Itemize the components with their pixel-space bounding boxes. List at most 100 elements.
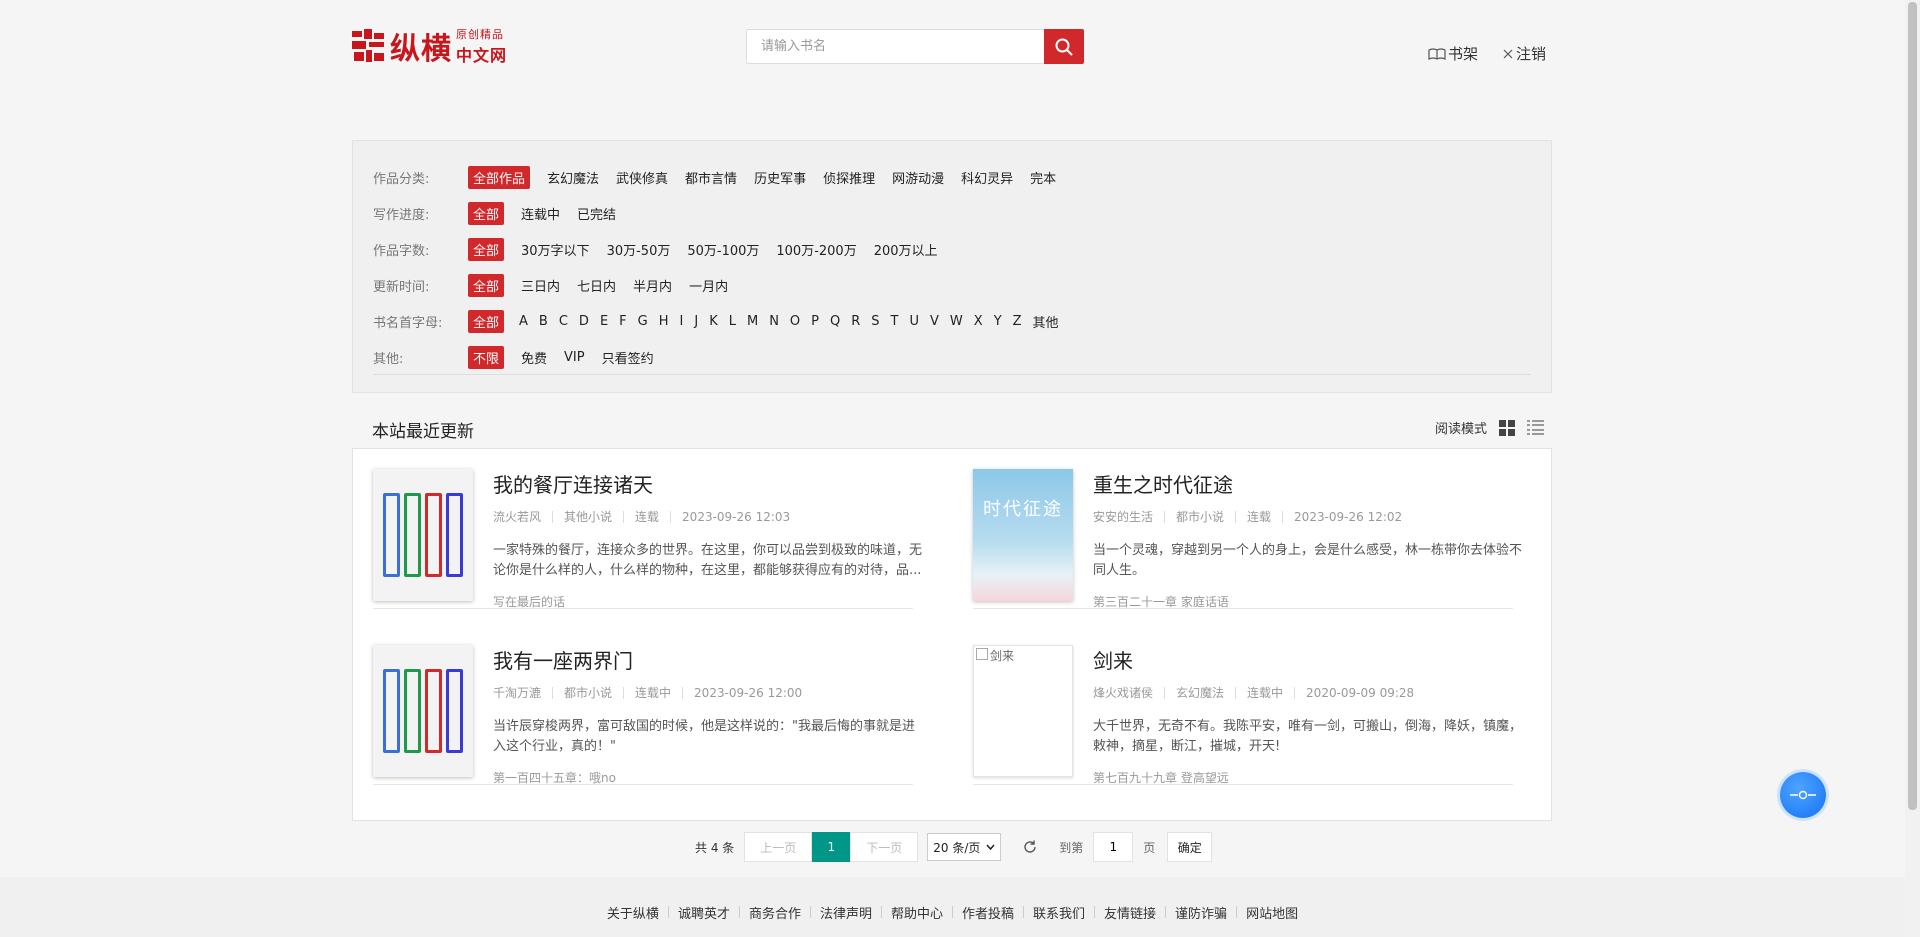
filter-option[interactable]: 七日内 bbox=[577, 276, 616, 295]
filter-option[interactable]: 免费 bbox=[521, 348, 547, 367]
filter-option[interactable]: 已完结 bbox=[577, 204, 616, 223]
footer-link[interactable]: 帮助中心 bbox=[891, 903, 943, 937]
filter-option[interactable]: 玄幻魔法 bbox=[547, 168, 599, 187]
filter-letter[interactable]: N bbox=[769, 314, 779, 329]
floating-assistant-button[interactable] bbox=[1780, 772, 1826, 818]
footer-link[interactable]: 法律声明 bbox=[820, 903, 872, 937]
page-size-select[interactable]: 20 条/页 bbox=[927, 833, 1002, 861]
filter-letter[interactable]: J bbox=[694, 314, 698, 329]
filter-option[interactable]: 全部 bbox=[468, 237, 505, 261]
page-scrollbar[interactable] bbox=[1905, 0, 1920, 937]
filter-letter[interactable]: P bbox=[811, 314, 819, 329]
filter-option[interactable]: 30万-50万 bbox=[607, 240, 671, 259]
filter-letter[interactable]: Q bbox=[830, 314, 840, 329]
search-button[interactable] bbox=[1044, 29, 1084, 64]
filter-letter[interactable]: C bbox=[559, 314, 568, 329]
book-cover[interactable] bbox=[373, 645, 473, 777]
logout-link[interactable]: 注销 bbox=[1502, 43, 1546, 64]
filter-option[interactable]: 30万字以下 bbox=[521, 240, 590, 259]
filter-letter[interactable]: Z bbox=[1013, 314, 1022, 329]
footer-link[interactable]: 关于纵横 bbox=[607, 903, 659, 937]
filter-option[interactable]: 100万-200万 bbox=[776, 240, 856, 259]
filter-option[interactable]: 历史军事 bbox=[754, 168, 806, 187]
filter-panel: 作品分类: 全部作品 玄幻魔法 武侠修真 都市言情 历史军事 侦探推理 网游动漫… bbox=[352, 140, 1552, 393]
book-title[interactable]: 剑来 bbox=[1093, 645, 1523, 674]
footer-link[interactable]: 谨防诈骗 bbox=[1175, 903, 1227, 937]
filter-letter[interactable]: S bbox=[871, 314, 879, 329]
filter-letter[interactable]: B bbox=[539, 314, 548, 329]
filter-option[interactable]: 侦探推理 bbox=[823, 168, 875, 187]
filter-letter[interactable]: G bbox=[638, 314, 648, 329]
filter-option[interactable]: 50万-100万 bbox=[687, 240, 759, 259]
filter-letter[interactable]: F bbox=[619, 314, 626, 329]
book-title[interactable]: 我有一座两界门 bbox=[493, 645, 923, 674]
filter-letter[interactable]: D bbox=[579, 314, 589, 329]
book-author[interactable]: 烽火戏诸侯 bbox=[1093, 684, 1153, 701]
filter-option[interactable]: 都市言情 bbox=[685, 168, 737, 187]
filter-letter[interactable]: W bbox=[950, 314, 963, 329]
footer-link[interactable]: 网站地图 bbox=[1246, 903, 1298, 937]
page-size-value: 20 条/页 bbox=[933, 840, 981, 855]
filter-letter[interactable]: T bbox=[891, 314, 899, 329]
book-cover[interactable]: 时代征途 bbox=[973, 469, 1073, 601]
filter-letter[interactable]: X bbox=[974, 314, 983, 329]
filter-option[interactable]: 全部 bbox=[468, 309, 505, 333]
bookshelf-link[interactable]: 书架 bbox=[1428, 43, 1478, 64]
filter-letter[interactable]: O bbox=[790, 314, 800, 329]
site-logo[interactable]: 纵横 原创精品 中文网 bbox=[352, 26, 522, 67]
filter-letter[interactable]: L bbox=[729, 314, 736, 329]
filter-option[interactable]: 只看签约 bbox=[602, 348, 654, 367]
book-cover[interactable] bbox=[373, 469, 473, 601]
filter-letter[interactable]: A bbox=[519, 314, 528, 329]
filter-option[interactable]: 200万以上 bbox=[874, 240, 938, 259]
filter-option[interactable]: 科幻灵异 bbox=[961, 168, 1013, 187]
chevron-down-icon bbox=[986, 844, 995, 850]
filter-option[interactable]: 一月内 bbox=[689, 276, 728, 295]
scrollbar-thumb[interactable] bbox=[1908, 2, 1917, 810]
filter-letter[interactable]: 其他 bbox=[1033, 312, 1059, 331]
filter-option[interactable]: 全部 bbox=[468, 273, 505, 297]
filter-letter[interactable]: E bbox=[600, 314, 608, 329]
prev-page-button[interactable]: 上一页 bbox=[744, 832, 813, 862]
filter-option[interactable]: 连载中 bbox=[521, 204, 560, 223]
filter-option[interactable]: 全部作品 bbox=[468, 165, 531, 189]
refresh-button[interactable] bbox=[1021, 838, 1039, 856]
filter-letter[interactable]: Y bbox=[994, 314, 1002, 329]
book-cover[interactable]: 剑来 bbox=[973, 645, 1073, 777]
filter-option[interactable]: 完本 bbox=[1030, 168, 1056, 187]
filter-letter[interactable]: R bbox=[851, 314, 860, 329]
grid-view-icon[interactable] bbox=[1499, 419, 1516, 436]
book-title[interactable]: 我的餐厅连接诸天 bbox=[493, 469, 923, 498]
filter-option[interactable]: 不限 bbox=[468, 345, 505, 369]
filter-letter[interactable]: U bbox=[910, 314, 920, 329]
filter-label: 书名首字母: bbox=[373, 315, 443, 331]
filter-letter[interactable]: M bbox=[747, 314, 758, 329]
footer-link[interactable]: 友情链接 bbox=[1104, 903, 1156, 937]
filter-letter[interactable]: I bbox=[680, 314, 684, 329]
filter-letter[interactable]: H bbox=[659, 314, 669, 329]
search-input[interactable] bbox=[746, 29, 1044, 64]
next-page-button[interactable]: 下一页 bbox=[850, 832, 919, 862]
book-author[interactable]: 安安的生活 bbox=[1093, 508, 1153, 525]
footer-link[interactable]: 作者投稿 bbox=[962, 903, 1014, 937]
footer-link[interactable]: 联系我们 bbox=[1033, 903, 1085, 937]
book-updated: 2023-09-26 12:03 bbox=[682, 509, 791, 524]
book-author[interactable]: 流火若风 bbox=[493, 508, 541, 525]
broken-image-icon: 剑来 bbox=[973, 645, 1073, 777]
filter-option[interactable]: 全部 bbox=[468, 201, 505, 225]
page-number-current[interactable]: 1 bbox=[812, 832, 851, 862]
footer-link[interactable]: 诚聘英才 bbox=[678, 903, 730, 937]
filter-option[interactable]: 武侠修真 bbox=[616, 168, 668, 187]
list-view-icon[interactable] bbox=[1527, 419, 1545, 436]
filter-letter[interactable]: V bbox=[930, 314, 939, 329]
filter-option[interactable]: VIP bbox=[564, 350, 585, 365]
book-author[interactable]: 千淘万漉 bbox=[493, 684, 541, 701]
footer-link[interactable]: 商务合作 bbox=[749, 903, 801, 937]
book-title[interactable]: 重生之时代征途 bbox=[1093, 469, 1523, 498]
filter-letter[interactable]: K bbox=[709, 314, 718, 329]
filter-option[interactable]: 三日内 bbox=[521, 276, 560, 295]
filter-option[interactable]: 网游动漫 bbox=[892, 168, 944, 187]
goto-page-input[interactable] bbox=[1093, 832, 1134, 862]
goto-confirm-button[interactable]: 确定 bbox=[1167, 832, 1213, 862]
filter-option[interactable]: 半月内 bbox=[633, 276, 672, 295]
